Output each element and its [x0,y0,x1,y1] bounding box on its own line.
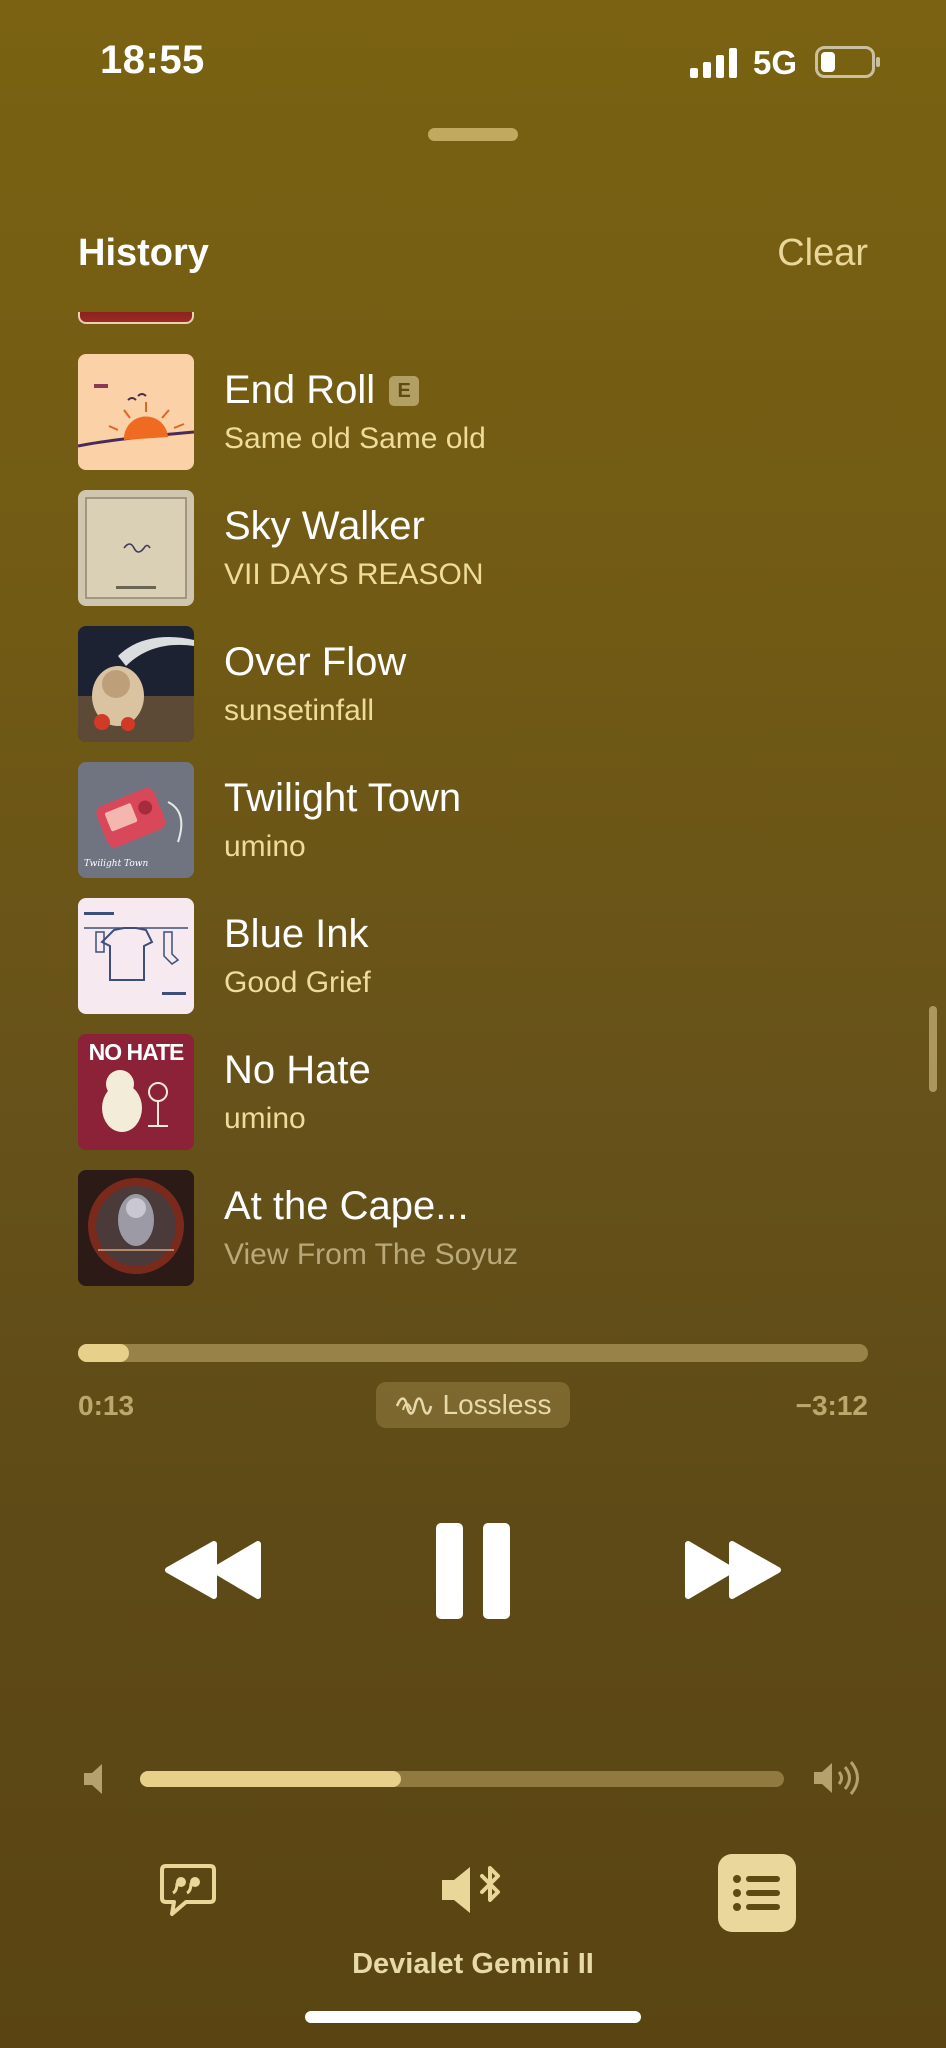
track-title: Twilight Town [224,776,462,820]
track-title: At the Cape... [224,1184,469,1228]
lossless-badge[interactable]: Lossless [376,1382,570,1428]
history-title: History [78,232,209,274]
history-list[interactable]: End Roll E Same old Same old Sky Walker V… [0,312,946,1292]
remaining-time: −3:12 [795,1390,868,1421]
track-artist: VII DAYS REASON [224,558,484,591]
list-item[interactable]: Sky Walker VII DAYS REASON [0,490,946,626]
album-art [78,490,194,606]
album-art: Twilight Town [78,762,194,878]
pause-icon [436,1523,510,1619]
clock: 18:55 [100,38,205,82]
partial-album-art [78,312,194,324]
fast-forward-icon [685,1541,781,1599]
list-item[interactable]: Twilight Town Twilight Town umino [0,762,946,898]
volume-level-fill [140,1771,401,1787]
clear-history-button[interactable]: Clear [777,232,868,275]
lossless-label: Lossless [442,1389,552,1420]
sheet-grabber[interactable] [428,128,518,141]
pause-button[interactable] [436,1523,510,1619]
status-bar: 18:55 5G [0,0,946,120]
volume-slider[interactable] [140,1771,784,1787]
lossless-wave-icon [395,1397,432,1415]
track-artist: sunsetinfall [224,694,375,727]
speaker-low-icon [84,1764,102,1794]
home-indicator[interactable] [305,2011,641,2023]
battery-icon [815,46,880,78]
list-item[interactable]: Over Flow sunsetinfall [0,626,946,762]
list-item[interactable]: At the Cape... View From The Soyuz [0,1170,946,1292]
scroll-indicator[interactable] [929,1006,937,1092]
lyrics-quote-icon [160,1864,216,1916]
track-artist: umino [224,1102,306,1135]
list-item[interactable]: End Roll E Same old Same old [0,354,946,490]
svg-text:Twilight Town: Twilight Town [84,859,148,869]
queue-list-icon [733,1875,780,1911]
speaker-bluetooth-icon [442,1866,500,1913]
rewind-icon [165,1541,261,1599]
album-art [78,354,194,470]
track-title: No Hate [224,1048,371,1092]
svg-text:NO HATE: NO HATE [89,1039,184,1065]
list-item[interactable]: NO HATE No Hate umino [0,1034,946,1170]
track-artist: umino [224,830,306,863]
elapsed-time: 0:13 [78,1390,135,1421]
signal-bars-icon [690,48,737,78]
queue-button[interactable] [718,1854,796,1932]
network-type: 5G [753,44,798,81]
track-title: Over Flow [224,640,407,684]
explicit-badge: E [389,376,420,406]
track-title: End Roll E [224,368,420,413]
album-art [78,626,194,742]
rewind-button[interactable] [164,1540,264,1600]
track-artist: Same old Same old [224,422,486,455]
track-artist: View From The Soyuz [224,1238,519,1271]
track-title: Sky Walker [224,504,425,548]
playback-scrubber[interactable] [78,1344,868,1362]
list-item[interactable]: Blue Ink Good Grief [0,898,946,1034]
playback-progress-fill [78,1344,130,1362]
album-art [78,1170,194,1286]
fast-forward-button[interactable] [682,1540,782,1600]
device-name: Devialet Gemini II [352,1948,594,1980]
output-device-button[interactable] [440,1862,508,1923]
speaker-high-icon [814,1761,859,1795]
lyrics-button[interactable] [158,1862,218,1923]
album-art: NO HATE [78,1034,194,1150]
track-artist: Good Grief [224,966,371,999]
album-art [78,898,194,1014]
track-title: Blue Ink [224,912,369,956]
